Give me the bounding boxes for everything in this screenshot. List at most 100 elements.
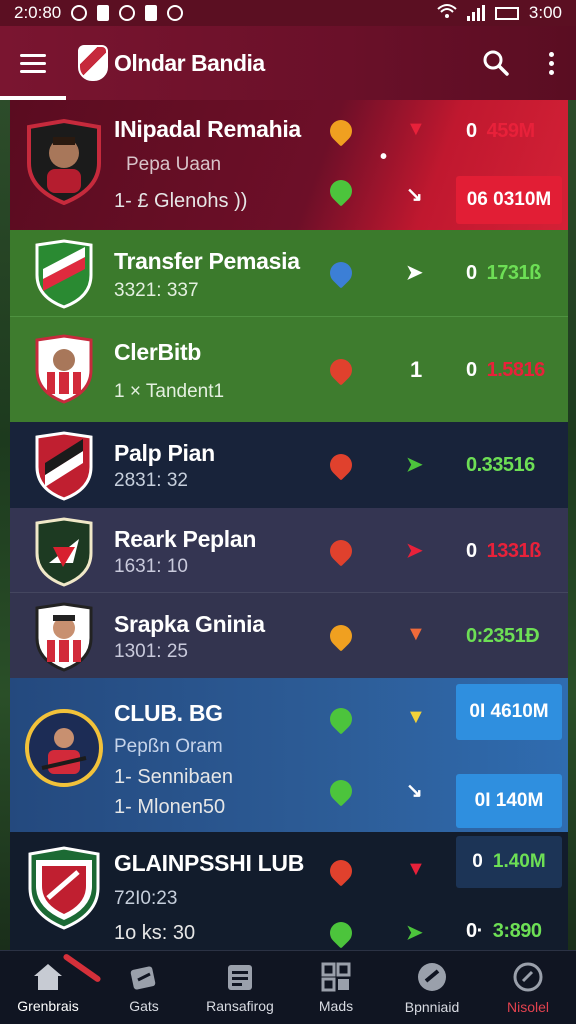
trend-down-icon: ▼ [406, 118, 426, 140]
nav-item-gats[interactable]: Gats [96, 951, 192, 1024]
nav-item-mads[interactable]: Mads [288, 951, 384, 1024]
cards-icon [130, 965, 156, 990]
list-item[interactable]: Transfer Pemasia 3321: 337 ➤ 0 1731ß [10, 230, 568, 316]
nav-item-home[interactable]: Grenbrais [0, 951, 102, 1024]
market-value: 0 459M [466, 120, 536, 142]
club-sub-secondary: 1- £ Glenohs )) [114, 190, 248, 212]
nav-item-nisolel[interactable]: Nisolel [480, 951, 576, 1024]
file-icon [145, 5, 158, 21]
market-value-text: 1331ß [486, 540, 542, 562]
list-item[interactable]: Reark Peplan 1631: 10 ➤ 0 1331ß [10, 508, 568, 592]
status-time-right: 3:00 [528, 3, 562, 22]
list-item[interactable]: Srapka Gninia 1301: 25 ▼ 0:2351Ð [10, 592, 568, 678]
trend-down-icon: ➤ [406, 540, 423, 562]
club-sub: 72I0:23 [114, 888, 178, 909]
club-name: ClerBitb [114, 339, 202, 365]
market-value: 0· 3:890 [466, 920, 542, 942]
club-name: CLUB. BG [114, 700, 223, 726]
shield-red-icon [325, 354, 357, 386]
shield-red-icon [325, 855, 357, 887]
club-sub-secondary: 1o ks: 30 [114, 922, 196, 944]
club-sub: 1631: 10 [114, 556, 188, 577]
shield-red-icon [325, 449, 357, 481]
ball-icon [418, 962, 446, 991]
nav-label: Nisolel [506, 998, 549, 1015]
trend-down-icon: ▼ [406, 706, 426, 728]
nav-label: Ransafirog [206, 997, 274, 1014]
home-icon [34, 963, 62, 990]
trend-down-icon: ↘ [406, 780, 423, 802]
status-left: 2:0:80 [14, 3, 184, 23]
wifi-icon [437, 3, 457, 24]
market-value: 0 1731ß [466, 262, 542, 284]
club-sub: 2831: 32 [114, 470, 188, 491]
club-sub: 3321: 337 [114, 280, 199, 301]
nav-label: Grenbrais [17, 997, 79, 1014]
market-value-text: 1.5816 [486, 359, 546, 381]
shield-green-icon [325, 175, 357, 207]
market-value: 0:2351Ð [466, 625, 540, 647]
player-badge [24, 597, 104, 677]
app-title: Olndar Bandia [114, 49, 265, 76]
trend-down-icon: ↘ [406, 184, 423, 206]
club-sub: 1301: 25 [114, 641, 188, 662]
app-bar: Olndar Bandia [0, 26, 576, 100]
club-sub: 1 × Tandent1 [114, 381, 225, 402]
nav-item-bpnniaid[interactable]: Bpnniaid [384, 951, 480, 1024]
club-name: INipadal Remahia [114, 116, 301, 142]
nav-label: Mads [318, 997, 354, 1014]
marker: • [380, 146, 388, 168]
status-right: 3:00 [437, 3, 562, 24]
market-value-text: 1731ß [486, 262, 542, 284]
club-name: Transfer Pemasia [114, 248, 300, 274]
notification-icon [97, 5, 110, 21]
power-icon [513, 962, 543, 991]
shield-orange-icon [325, 620, 357, 652]
value-badge[interactable]: 0 1.40M [456, 836, 562, 888]
market-value: 0 1.5816 [466, 359, 546, 381]
more-options-button[interactable] [526, 26, 576, 100]
club-sub-secondary: 1- Sennibaen [114, 766, 233, 788]
market-value-text: 459M [486, 120, 536, 142]
shield-green-icon [325, 775, 357, 807]
club-sub: Pepßn Oram [114, 736, 223, 757]
club-name: Palp Pian [114, 440, 215, 466]
club-name: GLAINPSSHI LUB [114, 850, 305, 876]
list-item[interactable]: GLAINPSSHI LUB 72I0:23 1o ks: 30 ▼ ➤ 0 1.… [10, 832, 568, 950]
shield-red-icon [325, 535, 357, 567]
record-icon [167, 5, 184, 21]
player-badge [24, 119, 104, 205]
shield-blue-icon [325, 257, 357, 289]
nav-item-ransafirog[interactable]: Ransafirog [192, 951, 288, 1024]
trend-down-icon: ▼ [406, 858, 426, 880]
list-item[interactable]: INipadal Remahia Pepa Uaan 1- £ Glenohs … [10, 100, 568, 230]
value-badge[interactable]: 0I 4610M [456, 684, 562, 740]
list-item[interactable]: Palp Pian 2831: 32 ➤ 0.33516 [10, 422, 568, 508]
shield-orange-icon [325, 115, 357, 147]
block-icon [119, 5, 136, 21]
search-button[interactable] [466, 26, 526, 100]
bottom-nav: Grenbrais Gats Ransafirog Mads Bpnniaid … [0, 950, 576, 1024]
club-list: INipadal Remahia Pepa Uaan 1- £ Glenohs … [10, 100, 568, 950]
battery-icon [494, 6, 519, 20]
grid-icon [321, 962, 351, 991]
search-icon [483, 50, 509, 76]
shield-green-icon [325, 703, 357, 735]
club-sub: Pepa Uaan [126, 154, 222, 175]
menu-button[interactable] [0, 26, 66, 100]
list-item[interactable]: CLUB. BG Pepßn Oram 1- Sennibaen 1- Mlon… [10, 678, 568, 832]
status-bar: 2:0:80 3:00 [0, 0, 576, 26]
market-value-text: 3:890 [492, 920, 542, 942]
value-badge-text: 1.40M [492, 851, 546, 872]
player-badge [24, 708, 104, 788]
market-value: 0 1331ß [466, 540, 542, 562]
trend-up-icon: ➤ [406, 922, 423, 944]
shield-green-icon [325, 917, 357, 949]
value-badge[interactable]: 0I 140M [456, 774, 562, 828]
list-item[interactable]: ClerBitb 1 × Tandent1 1 0 1.5816 [10, 316, 568, 422]
nav-label: Gats [129, 997, 159, 1014]
club-badge [24, 426, 104, 506]
clock-icon [71, 5, 88, 21]
value-badge[interactable]: 06 0310M [456, 176, 562, 224]
nav-label: Bpnniaid [404, 998, 460, 1015]
